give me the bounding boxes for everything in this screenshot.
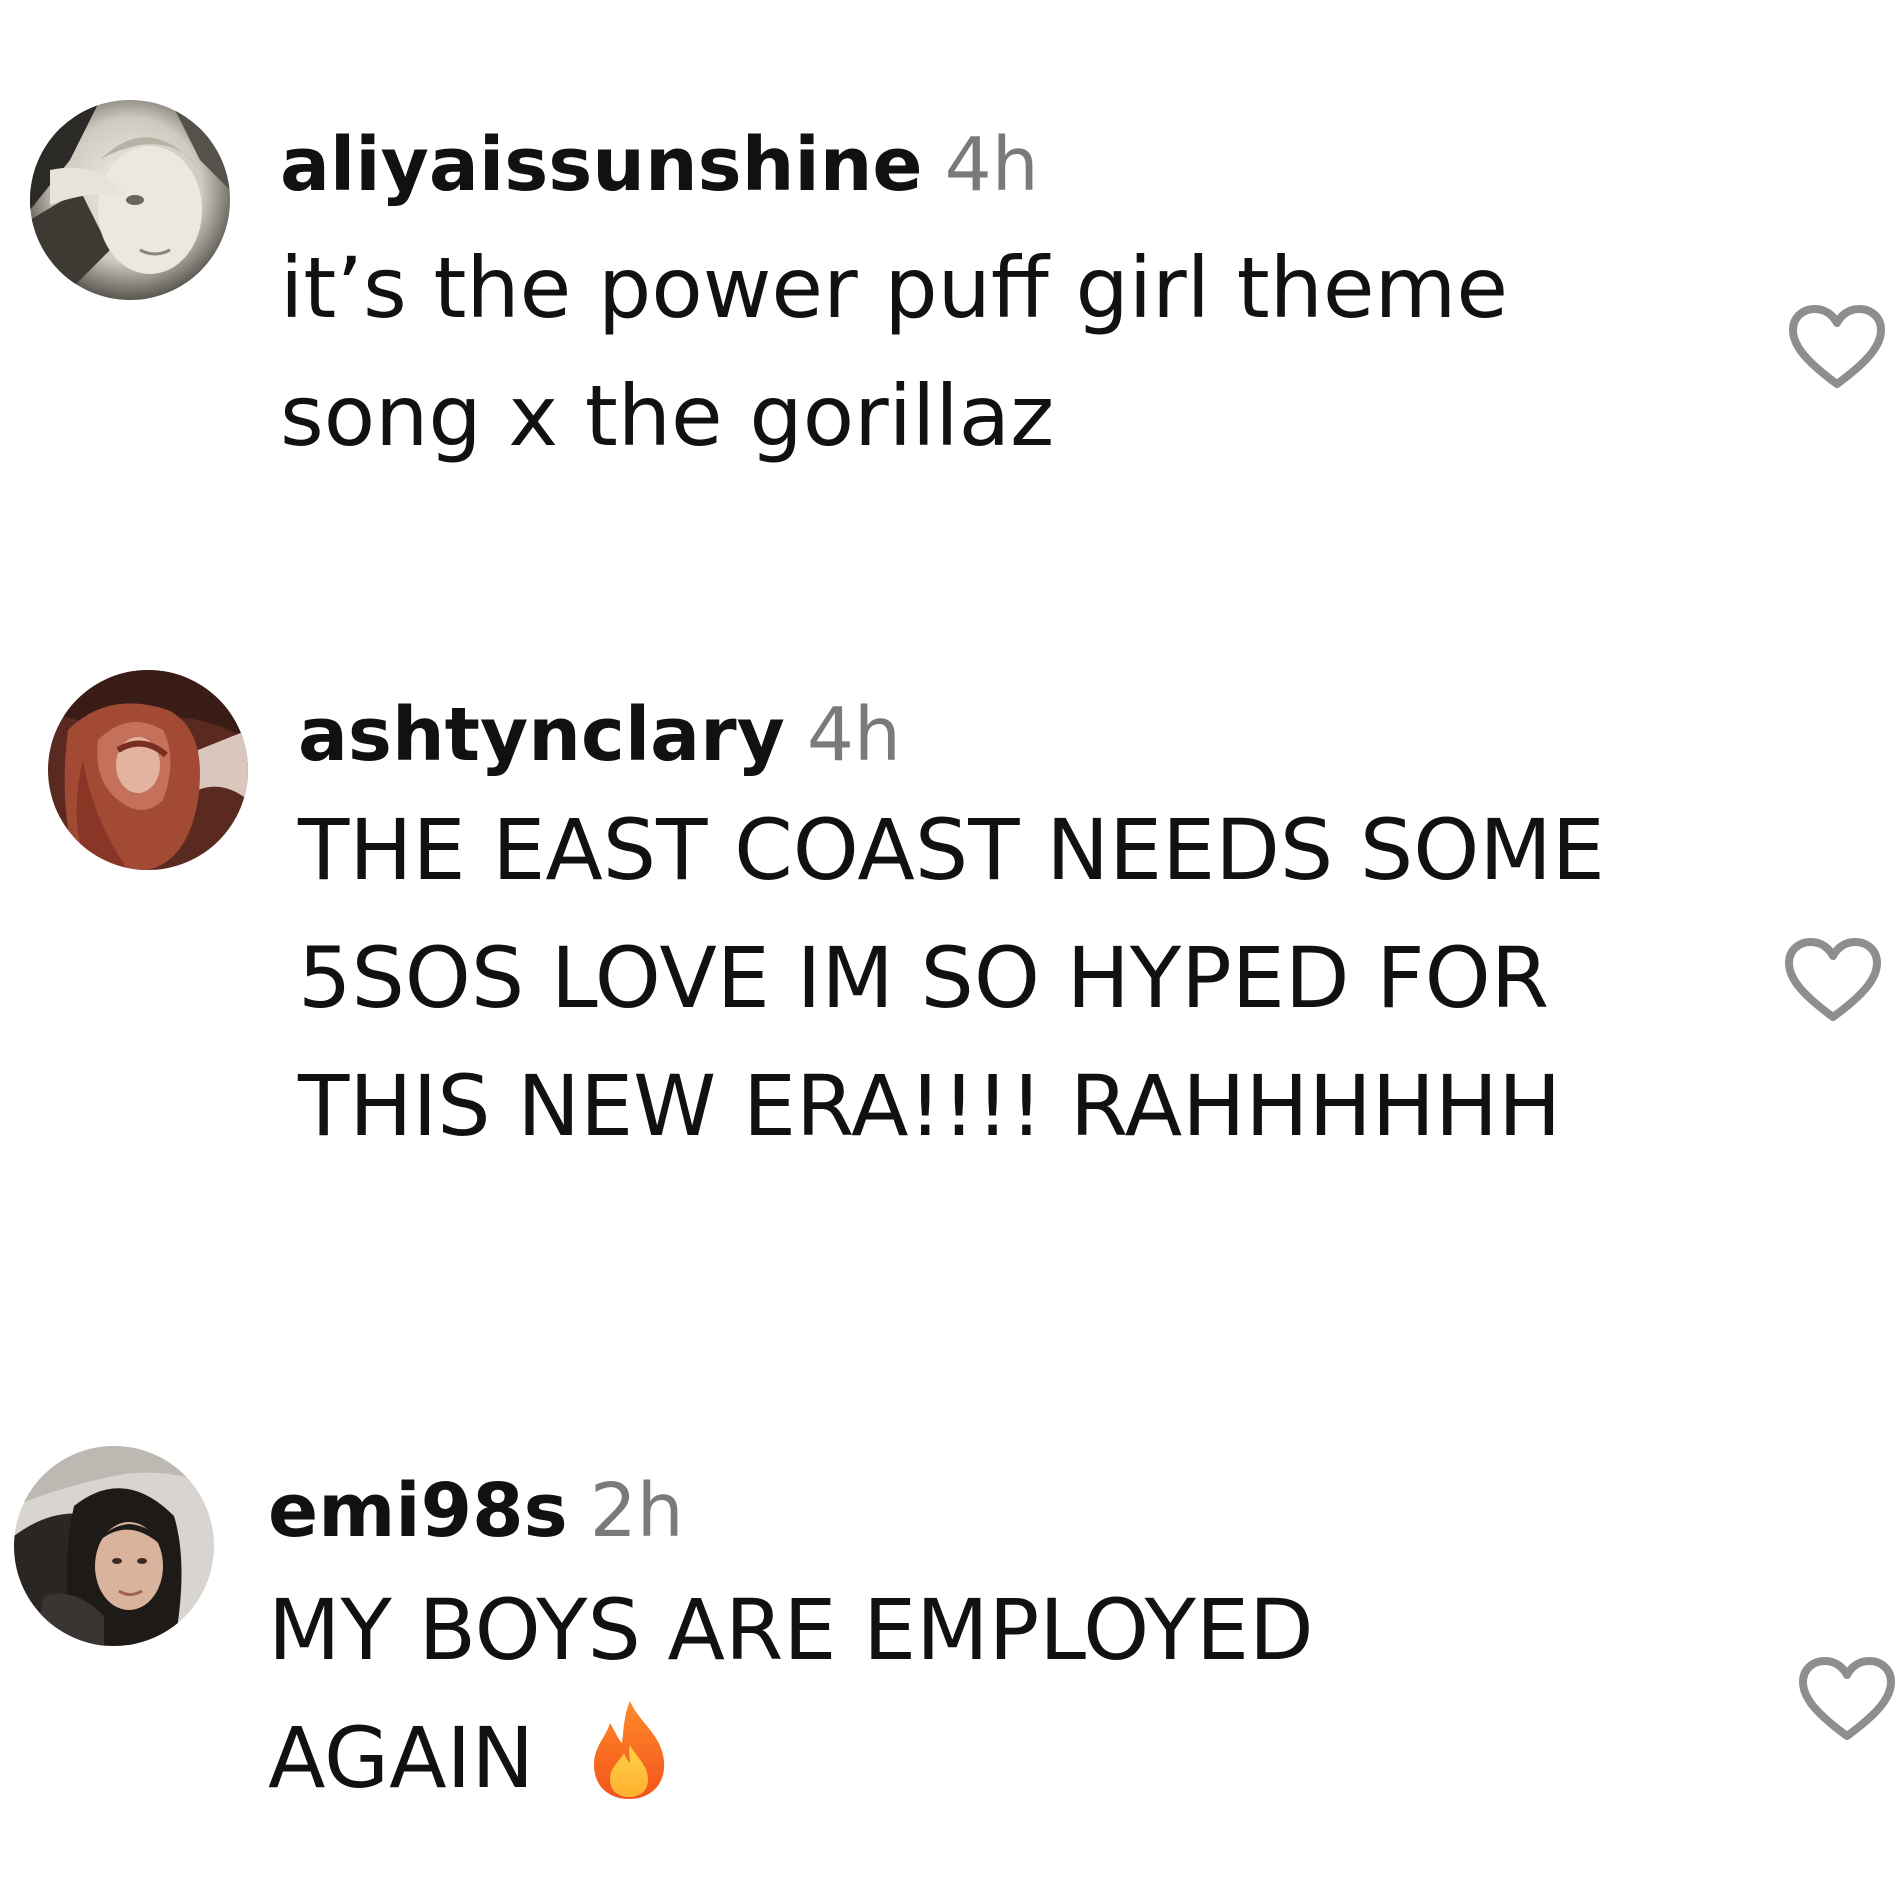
like-button[interactable] — [1797, 1656, 1897, 1744]
username-link[interactable]: aliyaissunshine — [280, 122, 923, 208]
avatar-image — [14, 1446, 214, 1646]
avatar-image — [48, 670, 248, 870]
comment-text: it’s the power puff girl theme song x th… — [280, 224, 1508, 480]
avatar-image — [30, 100, 230, 300]
timestamp[interactable]: 4h — [945, 122, 1039, 208]
comment-text-line: 5SOS LOVE IM SO HYPED FOR — [298, 929, 1550, 1027]
comment-meta: ashtynclary 4h — [298, 698, 901, 772]
heart-outline-icon — [1785, 938, 1881, 1021]
comment-text: MY BOYS ARE EMPLOYED AGAIN — [268, 1566, 1314, 1822]
like-button[interactable] — [1783, 937, 1883, 1025]
fire-icon — [588, 1699, 670, 1801]
comment-text: THE EAST COAST NEEDS SOME 5SOS LOVE IM S… — [298, 786, 1605, 1170]
comment-text-line: THIS NEW ERA!!!! RAHHHHHH — [298, 1057, 1562, 1155]
avatar[interactable] — [30, 100, 230, 300]
heart-outline-icon — [1799, 1657, 1895, 1740]
heart-outline-icon — [1789, 305, 1885, 388]
comment-meta: aliyaissunshine 4h — [280, 128, 1039, 202]
comment-text-line: AGAIN — [268, 1694, 1314, 1822]
comment-text-line: song x the gorillaz — [280, 367, 1055, 465]
avatar[interactable] — [14, 1446, 214, 1646]
comment-text-line: it’s the power puff girl theme — [280, 239, 1509, 337]
username-link[interactable]: ashtynclary — [298, 692, 785, 778]
comment-text-line: THE EAST COAST NEEDS SOME — [298, 801, 1605, 899]
timestamp[interactable]: 2h — [590, 1468, 684, 1554]
comment-meta: emi98s 2h — [268, 1474, 684, 1548]
username-link[interactable]: emi98s — [268, 1468, 568, 1554]
avatar[interactable] — [48, 670, 248, 870]
like-button[interactable] — [1787, 304, 1887, 392]
timestamp[interactable]: 4h — [807, 692, 901, 778]
comment-text-word: AGAIN — [268, 1709, 535, 1807]
fire-emoji — [594, 1701, 665, 1799]
comment-text-line: MY BOYS ARE EMPLOYED — [268, 1581, 1314, 1679]
